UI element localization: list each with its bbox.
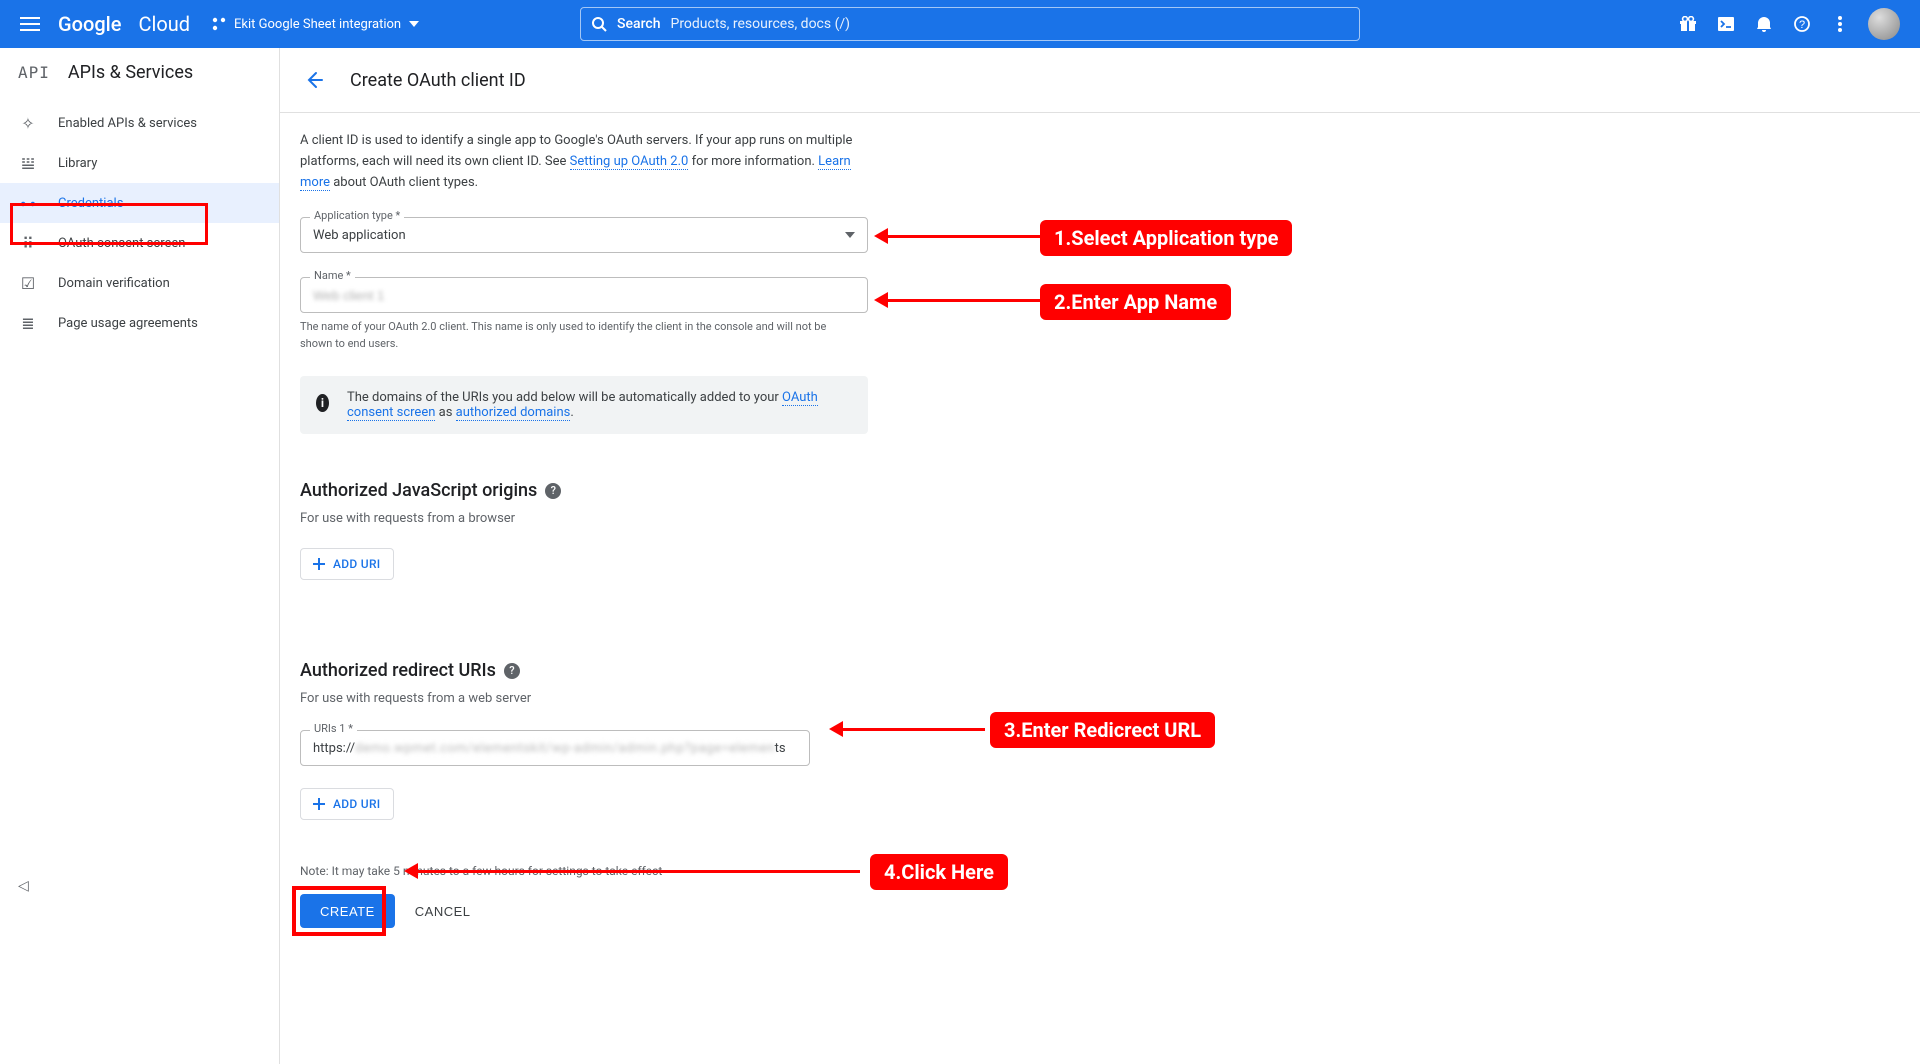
uri1-field: URIs 1 * https://demo.wpmet.com/elements… [300, 730, 980, 766]
cancel-button[interactable]: CANCEL [415, 904, 471, 919]
project-name: Ekit Google Sheet integration [234, 17, 401, 32]
name-helper: The name of your OAuth 2.0 client. This … [300, 319, 860, 352]
application-type-value: Web application [313, 228, 406, 243]
domain-icon: ☑ [18, 273, 38, 293]
sidebar-header: API APIs & Services [0, 48, 279, 97]
sidebar-item-enabled-apis[interactable]: ✧ Enabled APIs & services [0, 103, 279, 143]
add-uri-button-redirect[interactable]: ADD URI [300, 788, 394, 820]
bell-icon[interactable] [1754, 14, 1774, 34]
sidebar-title: APIs & Services [68, 62, 193, 83]
js-origins-title: Authorized JavaScript origins ? [300, 480, 980, 501]
chevron-down-icon [845, 232, 855, 238]
help-icon[interactable]: ? [504, 663, 520, 679]
google-cloud-logo[interactable]: Google Cloud [56, 12, 194, 36]
redirect-sub: For use with requests from a web server [300, 691, 980, 706]
usage-icon: ≣ [18, 313, 38, 333]
api-logo-icon: API [18, 63, 50, 82]
sidebar-item-domain[interactable]: ☑ Domain verification [0, 263, 279, 303]
enabled-apis-icon: ✧ [18, 113, 38, 133]
content: A client ID is used to identify a single… [280, 113, 1000, 946]
sidebar-item-consent[interactable]: ⠿ OAuth consent screen [0, 223, 279, 263]
back-arrow-icon[interactable] [300, 66, 328, 94]
sidebar-item-usage[interactable]: ≣ Page usage agreements [0, 303, 279, 343]
annotation-arrow-3 [835, 728, 985, 731]
sidebar: API APIs & Services ✧ Enabled APIs & ser… [0, 48, 280, 1064]
name-label: Name * [310, 269, 355, 282]
uri1-label: URIs 1 * [310, 722, 357, 735]
annotation-2: 2.Enter App Name [1040, 284, 1231, 320]
search-placeholder: Products, resources, docs (/) [670, 16, 850, 32]
collapse-sidebar-icon[interactable]: ◁ [18, 878, 29, 894]
page-title: Create OAuth client ID [350, 70, 526, 91]
name-field: Name * The name of your OAuth 2.0 client… [300, 277, 980, 352]
plus-icon [313, 798, 325, 810]
description: A client ID is used to identify a single… [300, 131, 870, 193]
annotation-arrow-4 [410, 870, 860, 873]
main: Create OAuth client ID A client ID is us… [280, 48, 1920, 1064]
sidebar-item-label: Enabled APIs & services [58, 116, 197, 131]
consent-icon: ⠿ [18, 233, 38, 253]
help-icon[interactable]: ? [1792, 14, 1812, 34]
help-icon[interactable]: ? [545, 483, 561, 499]
more-icon[interactable] [1830, 14, 1850, 34]
annotation-1: 1.Select Application type [1040, 220, 1292, 256]
library-icon: 𝍎 [18, 153, 38, 173]
sidebar-item-label: OAuth consent screen [58, 236, 185, 251]
create-button[interactable]: CREATE [300, 894, 395, 928]
uri1-input-wrap[interactable]: https://demo.wpmet.com/elementskit/wp-ad… [300, 730, 810, 766]
link-authorized-domains[interactable]: authorized domains [456, 405, 571, 421]
console-icon[interactable] [1716, 14, 1736, 34]
info-box: i The domains of the URIs you add below … [300, 376, 868, 434]
page-header: Create OAuth client ID [280, 48, 1920, 113]
annotation-4: 4.Click Here [870, 854, 1008, 890]
menu-icon[interactable] [8, 0, 52, 48]
sidebar-item-label: Page usage agreements [58, 316, 198, 331]
chevron-down-icon [409, 21, 419, 27]
sidebar-item-library[interactable]: 𝍎 Library [0, 143, 279, 183]
name-input-wrap [300, 277, 868, 313]
sidebar-item-credentials[interactable]: ⊶ Credentials [0, 183, 279, 223]
redirect-title: Authorized redirect URIs ? [300, 660, 980, 681]
link-setting-up-oauth[interactable]: Setting up OAuth 2.0 [570, 154, 689, 170]
sidebar-item-label: Library [58, 156, 97, 171]
project-selector[interactable]: Ekit Google Sheet integration [212, 17, 419, 32]
plus-icon [313, 558, 325, 570]
info-icon: i [316, 394, 329, 412]
search-input[interactable]: Search Products, resources, docs (/) [580, 7, 1360, 41]
name-input[interactable] [313, 288, 855, 303]
annotation-3: 3.Enter Redicrect URL [990, 712, 1215, 748]
sidebar-item-label: Credentials [58, 196, 123, 211]
application-type-select[interactable]: Web application [300, 217, 868, 253]
annotation-arrow-1 [880, 235, 1040, 238]
sidebar-item-label: Domain verification [58, 276, 170, 291]
credentials-icon: ⊶ [18, 193, 38, 213]
svg-text:?: ? [1799, 19, 1805, 31]
uri1-input[interactable]: https://demo.wpmet.com/elementskit/wp-ad… [313, 741, 786, 756]
js-origins-sub: For use with requests from a browser [300, 511, 980, 526]
add-uri-button-js[interactable]: ADD URI [300, 548, 394, 580]
avatar[interactable] [1868, 8, 1900, 40]
top-header: Google Cloud Ekit Google Sheet integrati… [0, 0, 1920, 48]
header-right: ? [1678, 8, 1912, 40]
gift-icon[interactable] [1678, 14, 1698, 34]
annotation-arrow-2 [880, 299, 1040, 302]
project-icon [212, 17, 226, 31]
search-label: Search [617, 16, 660, 32]
application-type-label: Application type * [310, 209, 404, 222]
search-icon [591, 16, 607, 32]
